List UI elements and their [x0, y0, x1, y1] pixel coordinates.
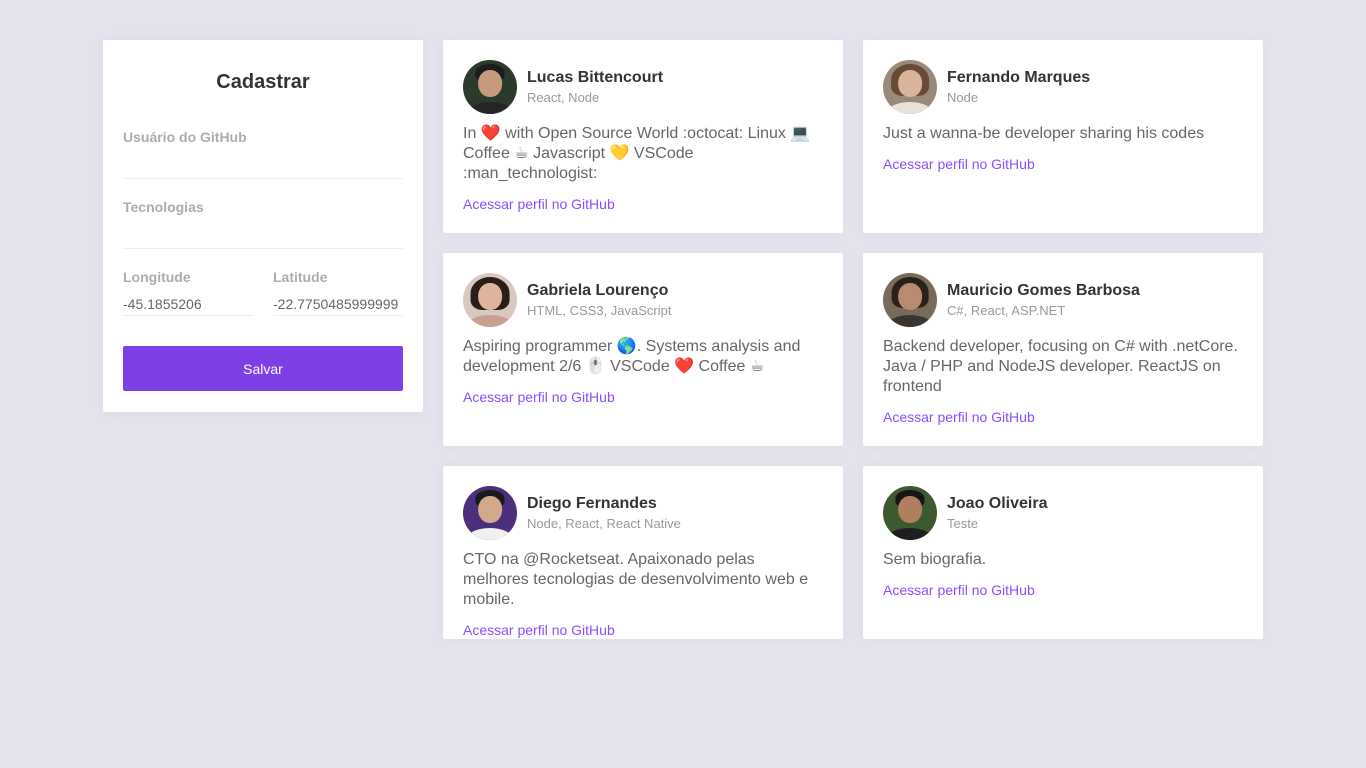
user-info: Mauricio Gomes Barbosa C#, React, ASP.NE…: [947, 281, 1140, 319]
dev-card-header: Joao Oliveira Teste: [883, 486, 1243, 540]
github-profile-link[interactable]: Acessar perfil no GitHub: [883, 580, 1035, 600]
latitude-input[interactable]: [273, 293, 403, 315]
save-button[interactable]: Salvar: [123, 346, 403, 391]
dev-card: Diego Fernandes Node, React, React Nativ…: [443, 466, 843, 639]
user-info: Lucas Bittencourt React, Node: [527, 68, 663, 106]
dev-bio: Just a wanna-be developer sharing his co…: [883, 125, 1205, 142]
dev-name: Fernando Marques: [947, 69, 1091, 86]
longitude-label: Longitude: [123, 269, 191, 285]
dev-techs: React, Node: [527, 90, 600, 105]
dev-card: Joao Oliveira Teste Sem biografia. Acess…: [863, 466, 1263, 639]
techs-input[interactable]: [123, 216, 403, 248]
github-user-field: Usuário do GitHub: [123, 129, 403, 179]
techs-label: Tecnologias: [123, 199, 204, 215]
dev-bio: Aspiring programmer 🌎. Systems analysis …: [463, 338, 801, 375]
register-panel: Cadastrar Usuário do GitHub Tecnologias …: [103, 40, 423, 412]
github-profile-link[interactable]: Acessar perfil no GitHub: [883, 154, 1035, 174]
dev-name: Gabriela Lourenço: [527, 282, 669, 299]
github-user-input[interactable]: [123, 146, 403, 178]
dev-card-header: Gabriela Lourenço HTML, CSS3, JavaScript: [463, 273, 823, 327]
dev-card: Lucas Bittencourt React, Node In ❤️ with…: [443, 40, 843, 233]
dev-techs: Teste: [947, 516, 979, 531]
avatar: [463, 486, 517, 540]
github-user-label: Usuário do GitHub: [123, 129, 247, 145]
user-info: Fernando Marques Node: [947, 68, 1090, 106]
avatar: [883, 60, 937, 114]
dev-bio: Sem biografia.: [883, 551, 987, 568]
avatar: [883, 486, 937, 540]
github-profile-link[interactable]: Acessar perfil no GitHub: [463, 194, 615, 214]
dev-bio: Backend developer, focusing on C# with .…: [883, 338, 1238, 395]
dev-bio: CTO na @Rocketseat. Apaixonado pelas mel…: [463, 551, 809, 608]
dev-techs: C#, React, ASP.NET: [947, 303, 1066, 318]
dev-name: Diego Fernandes: [527, 495, 657, 512]
latitude-field: Latitude: [273, 269, 403, 316]
form-title: Cadastrar: [216, 71, 310, 93]
dev-card-header: Lucas Bittencourt React, Node: [463, 60, 823, 114]
register-form: Usuário do GitHub Tecnologias Longitude …: [123, 129, 403, 391]
dev-card: Fernando Marques Node Just a wanna-be de…: [863, 40, 1263, 233]
github-profile-link[interactable]: Acessar perfil no GitHub: [463, 620, 615, 640]
dev-card-header: Diego Fernandes Node, React, React Nativ…: [463, 486, 823, 540]
dev-card: Gabriela Lourenço HTML, CSS3, JavaScript…: [443, 253, 843, 446]
coordinates-row: Longitude Latitude: [123, 269, 403, 316]
dev-techs: Node: [947, 90, 979, 105]
user-info: Gabriela Lourenço HTML, CSS3, JavaScript: [527, 281, 672, 319]
dev-card-header: Fernando Marques Node: [883, 60, 1243, 114]
dev-card-header: Mauricio Gomes Barbosa C#, React, ASP.NE…: [883, 273, 1243, 327]
longitude-field: Longitude: [123, 269, 253, 316]
dev-name: Lucas Bittencourt: [527, 69, 664, 86]
longitude-input[interactable]: [123, 293, 253, 315]
techs-field: Tecnologias: [123, 199, 403, 249]
latitude-label: Latitude: [273, 269, 328, 285]
github-profile-link[interactable]: Acessar perfil no GitHub: [463, 387, 615, 407]
dev-techs: HTML, CSS3, JavaScript: [527, 303, 672, 318]
user-info: Diego Fernandes Node, React, React Nativ…: [527, 494, 681, 532]
dev-name: Joao Oliveira: [947, 495, 1048, 512]
avatar: [463, 273, 517, 327]
dev-bio: In ❤️ with Open Source World :octocat: L…: [463, 125, 811, 182]
avatar: [463, 60, 517, 114]
avatar: [883, 273, 937, 327]
github-profile-link[interactable]: Acessar perfil no GitHub: [883, 407, 1035, 427]
dev-card: Mauricio Gomes Barbosa C#, React, ASP.NE…: [863, 253, 1263, 446]
dev-name: Mauricio Gomes Barbosa: [947, 282, 1140, 299]
dev-techs: Node, React, React Native: [527, 516, 681, 531]
user-info: Joao Oliveira Teste: [947, 494, 1048, 532]
